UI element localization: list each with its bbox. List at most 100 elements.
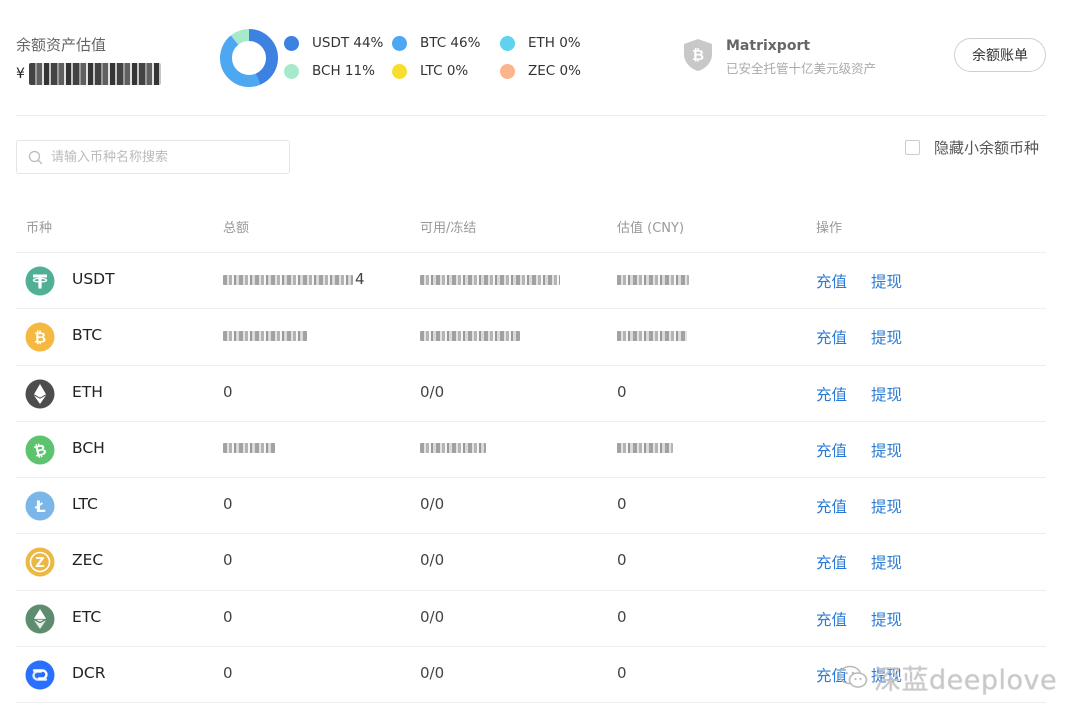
estimated-cny-value-masked [617,439,673,457]
table-row: ETC 0 0/0 0 充值 提现 [16,591,1046,648]
available-frozen-value: 0/0 [420,664,445,683]
custody-title: Matrixport [726,38,811,54]
svg-text:₿: ₿ [34,329,46,347]
deposit-link[interactable]: 充值 [816,495,847,517]
coin-name: ZEC [72,551,104,570]
bitcoin-shield-icon: ₿ [684,39,712,71]
available-frozen-value: 0/0 [420,495,445,514]
legend-item-btc: BTC 46% [392,35,480,51]
ethereum-icon [25,379,55,409]
estimated-cny-value-masked [617,270,689,288]
balance-ledger-button[interactable]: 余额账单 [954,38,1046,72]
available-frozen-value: 0/0 [420,551,445,570]
svg-text:Z: Z [35,556,44,571]
deposit-link[interactable]: 充值 [816,551,847,573]
available-frozen-value: 0/0 [420,607,445,626]
masked-value [617,443,673,454]
header-total: 总额 [223,221,250,236]
total-value-masked [223,326,307,344]
table-row: ₿ BTC 充值 提现 [16,309,1046,366]
total-value: 0 [223,551,233,570]
legend-label: ZEC 0% [528,63,581,79]
available-frozen-value: 0/0 [420,382,445,401]
watermark-text: 深蓝deeplove [874,664,1058,696]
total-value-masked: 4 [223,270,365,288]
estimated-cny-value-masked [617,326,687,344]
ethereum-classic-icon [25,604,55,634]
coin-name: DCR [72,664,106,683]
deposit-link[interactable]: 充值 [816,270,847,292]
legend-item-ltc: LTC 0% [392,63,468,79]
table-row: Z ZEC 0 0/0 0 充值 提现 [16,534,1046,591]
available-frozen-value-masked [420,439,486,457]
total-value-suffix: 4 [355,270,365,288]
coin-name: ETC [72,607,102,626]
allocation-donut-chart [220,29,278,87]
withdraw-link[interactable]: 提现 [871,551,902,573]
header-available: 可用/冻结 [420,221,477,236]
masked-total-value [28,63,161,85]
hide-small-balance-checkbox[interactable] [905,139,920,155]
available-frozen-value-masked [420,326,520,344]
table-row: USDT 4 充值 提现 [16,253,1046,310]
masked-value [223,443,275,454]
hide-small-balance-label: 隐藏小余额币种 [934,138,1040,157]
legend-item-bch: BCH 11% [284,63,375,79]
estimated-cny-value: 0 [617,551,627,570]
legend-dot [500,63,515,79]
bitcoin-cash-icon: ₿ [25,435,55,465]
table-header: 币种 总额 可用/冻结 估值 (CNY) 操作 [16,200,1046,253]
masked-value [223,330,307,341]
coin-name: USDT [72,270,115,288]
coin-name: ETH [72,382,103,401]
total-value-masked [223,439,275,457]
search-icon [28,150,43,165]
currency-symbol: ¥ [16,66,25,82]
coin-search-box[interactable] [16,140,290,174]
estimated-cny-value: 0 [617,495,627,514]
estimated-cny-value: 0 [617,382,627,401]
deposit-link[interactable]: 充值 [816,608,847,630]
legend-label: BCH 11% [312,63,375,79]
withdraw-link[interactable]: 提现 [871,383,902,405]
deposit-link[interactable]: 充值 [816,383,847,405]
watermark: 深蓝deeplove [838,662,1057,696]
legend-item-eth: ETH 0% [500,35,581,51]
coin-name: LTC [72,495,98,514]
legend-label: USDT 44% [312,35,384,51]
hide-small-balance-toggle[interactable]: 隐藏小余额币种 [905,137,1039,157]
tether-icon [25,266,55,296]
table-row: ETH 0 0/0 0 充值 提现 [16,366,1046,422]
total-value: 0 [223,664,233,683]
legend-dot [392,63,407,79]
legend-dot [284,63,299,79]
total-value: 0 [223,382,233,401]
legend-label: ETH 0% [528,35,581,51]
litecoin-icon: Ł [25,491,55,521]
available-frozen-value-masked [420,270,560,288]
legend-label: BTC 46% [420,35,481,51]
withdraw-link[interactable]: 提现 [871,326,902,348]
masked-value [223,274,353,285]
deposit-link[interactable]: 充值 [816,326,847,348]
masked-value [420,443,486,454]
withdraw-link[interactable]: 提现 [871,608,902,630]
header-estimate: 估值 (CNY) [617,221,685,236]
total-value: 0 [223,607,233,626]
legend-item-zec: ZEC 0% [500,63,581,79]
table-body: USDT 4 充值 提现 ₿ BTC 充值 提现 ETH 0 0/0 0 充值 提现 ₿ BCH 充值 提现 Ł LT… [16,253,1046,704]
coin-name: BTC [72,326,103,345]
coin-name: BCH [72,438,105,457]
withdraw-link[interactable]: 提现 [871,495,902,517]
legend-dot [284,35,299,51]
header-actions: 操作 [816,221,843,236]
withdraw-link[interactable]: 提现 [871,270,902,292]
legend-item-usdt: USDT 44% [284,35,383,51]
coin-search-input[interactable] [51,142,287,172]
withdraw-link[interactable]: 提现 [871,439,902,461]
estimated-cny-value: 0 [617,664,627,683]
masked-value [617,330,687,341]
estimated-value: ¥ [16,62,161,86]
deposit-link[interactable]: 充值 [816,439,847,461]
wechat-icon [838,665,868,688]
